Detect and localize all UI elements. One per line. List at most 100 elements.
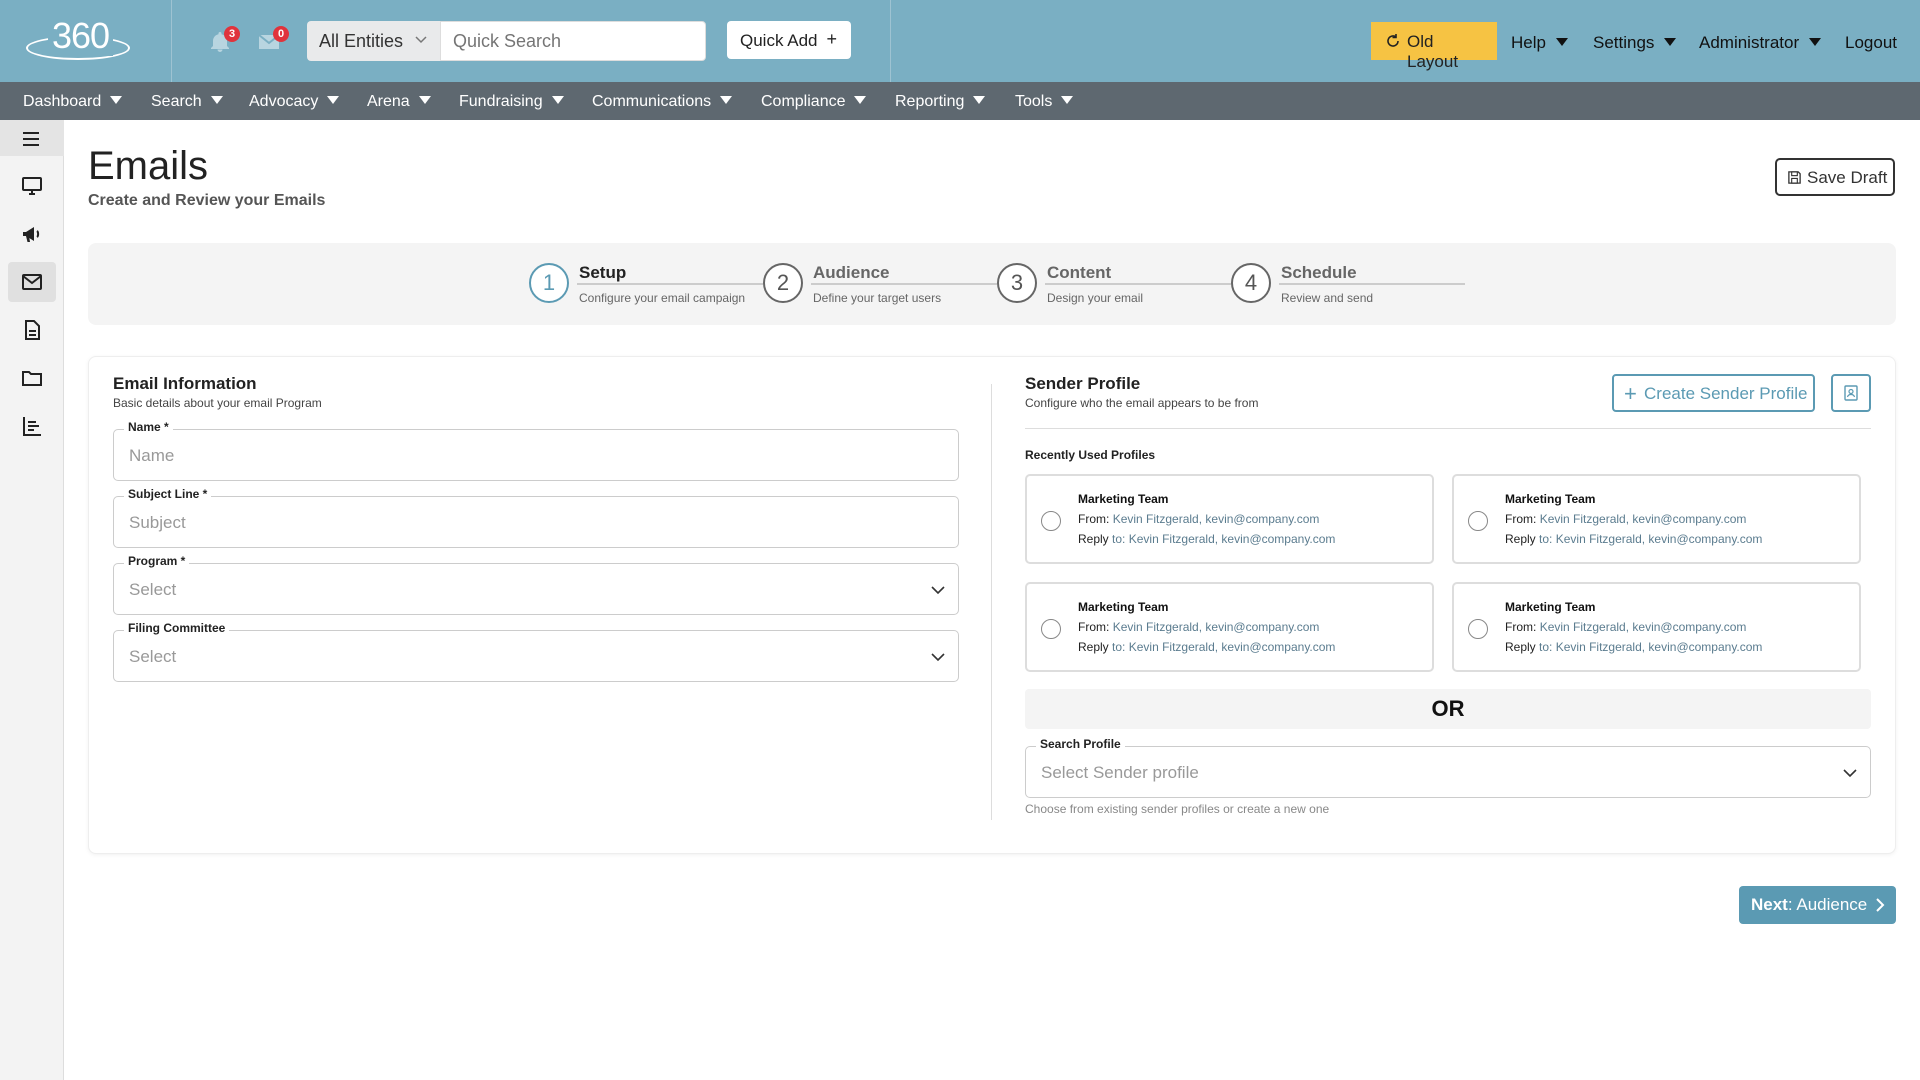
step-setup[interactable]: 1 Setup Configure your email campaign <box>529 263 763 307</box>
administrator-menu[interactable]: Administrator <box>1699 33 1822 53</box>
email-info-title: Email Information <box>113 374 257 393</box>
notifications-button[interactable]: 3 <box>208 26 240 54</box>
nav-item-label: Tools <box>1015 93 1053 110</box>
next-target-label: : Audience <box>1787 895 1868 914</box>
nav-item-compliance[interactable]: Compliance <box>761 93 867 111</box>
from-value: Kevin Fitzgerald, kevin@company.com <box>1112 512 1320 526</box>
sidebar-item-advocacy[interactable] <box>8 214 56 254</box>
profile-name: Marketing Team <box>1505 600 1596 614</box>
main-nav: Dashboard Search Advocacy Arena Fundrais… <box>0 82 1920 120</box>
nav-item-label: Arena <box>367 93 410 110</box>
profile-from: From: Kevin Fitzgerald, kevin@company.co… <box>1505 512 1746 526</box>
messages-badge: 0 <box>273 26 289 42</box>
nav-item-label: Fundraising <box>459 93 543 110</box>
reply-label: Reply <box>1505 640 1536 654</box>
nav-item-tools[interactable]: Tools <box>1015 93 1074 111</box>
profile-name: Marketing Team <box>1078 600 1169 614</box>
create-sender-profile-button[interactable]: + Create Sender Profile <box>1612 374 1815 412</box>
caret-down-icon <box>973 96 986 104</box>
quick-add-label: Quick Add <box>740 31 818 50</box>
filing-committee-select[interactable]: Filing Committee Select <box>113 621 959 682</box>
name-field-placeholder: Name <box>129 446 175 465</box>
quick-add-button[interactable]: Quick Add + <box>727 21 851 59</box>
step-connector <box>577 283 763 285</box>
logo-text: 360 <box>48 16 114 56</box>
chevron-down-icon <box>415 36 427 44</box>
monitor-icon <box>22 177 42 195</box>
nav-item-fundraising[interactable]: Fundraising <box>459 93 564 111</box>
nav-item-label: Search <box>151 93 202 110</box>
administrator-menu-label: Administrator <box>1699 33 1800 52</box>
profile-card[interactable]: Marketing Team From: Kevin Fitzgerald, k… <box>1452 582 1861 672</box>
nav-item-label: Advocacy <box>249 93 319 110</box>
nav-item-label: Communications <box>592 93 712 110</box>
caret-down-icon <box>551 96 564 104</box>
entity-select[interactable]: All Entities <box>307 21 440 61</box>
chevron-right-icon <box>1876 898 1885 912</box>
caret-down-icon <box>1809 38 1822 46</box>
step-content[interactable]: 3 Content Design your email <box>997 263 1231 307</box>
caret-down-icon <box>210 96 223 104</box>
old-layout-button[interactable]: Old Layout <box>1371 22 1497 71</box>
program-label: Program * <box>124 554 190 568</box>
save-draft-button[interactable]: Save Draft <box>1775 158 1895 196</box>
messages-button[interactable]: 0 <box>257 26 289 54</box>
step-connector <box>1045 283 1231 285</box>
step-desc: Define your target users <box>813 291 942 305</box>
profile-radio[interactable] <box>1468 511 1488 531</box>
nav-item-arena[interactable]: Arena <box>367 93 431 111</box>
menu-icon <box>23 132 39 146</box>
nav-item-dashboard[interactable]: Dashboard <box>23 93 123 111</box>
profile-radio[interactable] <box>1468 619 1488 639</box>
program-select[interactable]: Program * Select <box>113 554 959 615</box>
name-field[interactable]: Name * Name <box>113 420 959 481</box>
logout-link[interactable]: Logout <box>1845 33 1897 53</box>
nav-item-reporting[interactable]: Reporting <box>895 93 986 111</box>
sidebar-item-files[interactable] <box>8 358 56 398</box>
chevron-down-icon <box>931 653 945 662</box>
sidebar <box>0 120 64 1080</box>
sidebar-item-documents[interactable] <box>8 310 56 350</box>
profile-radio[interactable] <box>1041 619 1061 639</box>
step-number: 1 <box>529 263 569 303</box>
document-icon <box>25 320 40 340</box>
profile-from: From: Kevin Fitzgerald, kevin@company.co… <box>1078 512 1319 526</box>
quick-search-input[interactable] <box>440 21 706 61</box>
step-desc: Design your email <box>1047 291 1144 305</box>
profile-reply: Reply to: Kevin Fitzgerald, kevin@compan… <box>1078 532 1335 546</box>
profile-card[interactable]: Marketing Team From: Kevin Fitzgerald, k… <box>1025 474 1434 564</box>
profile-from: From: Kevin Fitzgerald, kevin@company.co… <box>1505 620 1746 634</box>
megaphone-icon <box>23 227 40 242</box>
sidebar-item-emails[interactable] <box>8 262 56 302</box>
sidebar-item-reports[interactable] <box>8 406 56 446</box>
step-audience[interactable]: 2 Audience Define your target users <box>763 263 997 307</box>
nav-item-search[interactable]: Search <box>151 93 223 111</box>
caret-down-icon <box>854 96 867 104</box>
profile-radio[interactable] <box>1041 511 1061 531</box>
nav-item-communications[interactable]: Communications <box>592 93 733 111</box>
nav-item-advocacy[interactable]: Advocacy <box>249 93 340 111</box>
next-audience-button[interactable]: Next: Audience <box>1739 886 1896 924</box>
old-layout-label: Old Layout <box>1407 32 1459 71</box>
from-value: Kevin Fitzgerald, kevin@company.com <box>1539 512 1747 526</box>
settings-menu[interactable]: Settings <box>1593 33 1677 53</box>
profile-card[interactable]: Marketing Team From: Kevin Fitzgerald, k… <box>1025 582 1434 672</box>
profile-card[interactable]: Marketing Team From: Kevin Fitzgerald, k… <box>1452 474 1861 564</box>
search-profile-placeholder: Select Sender profile <box>1041 763 1199 782</box>
logo[interactable]: 360 <box>26 16 132 64</box>
stepper: 1 Setup Configure your email campaign 2 … <box>88 243 1896 325</box>
sidebar-toggle[interactable] <box>0 120 64 156</box>
sidebar-item-dashboard[interactable] <box>8 166 56 206</box>
search-profile-select[interactable]: Search Profile Select Sender profile <box>1025 737 1871 798</box>
profile-reply: Reply to: Kevin Fitzgerald, kevin@compan… <box>1505 640 1762 654</box>
chevron-down-icon <box>931 586 945 595</box>
save-icon <box>1788 171 1801 184</box>
help-menu[interactable]: Help <box>1511 33 1568 53</box>
address-book-button[interactable] <box>1831 374 1871 412</box>
caret-down-icon <box>1061 96 1074 104</box>
reply-value: Kevin Fitzgerald, kevin@company.com <box>1555 532 1763 546</box>
reply-to-label: to: <box>1539 640 1553 654</box>
step-schedule[interactable]: 4 Schedule Review and send <box>1231 263 1465 307</box>
subject-line-field[interactable]: Subject Line * Subject <box>113 487 959 548</box>
settings-menu-label: Settings <box>1593 33 1655 52</box>
